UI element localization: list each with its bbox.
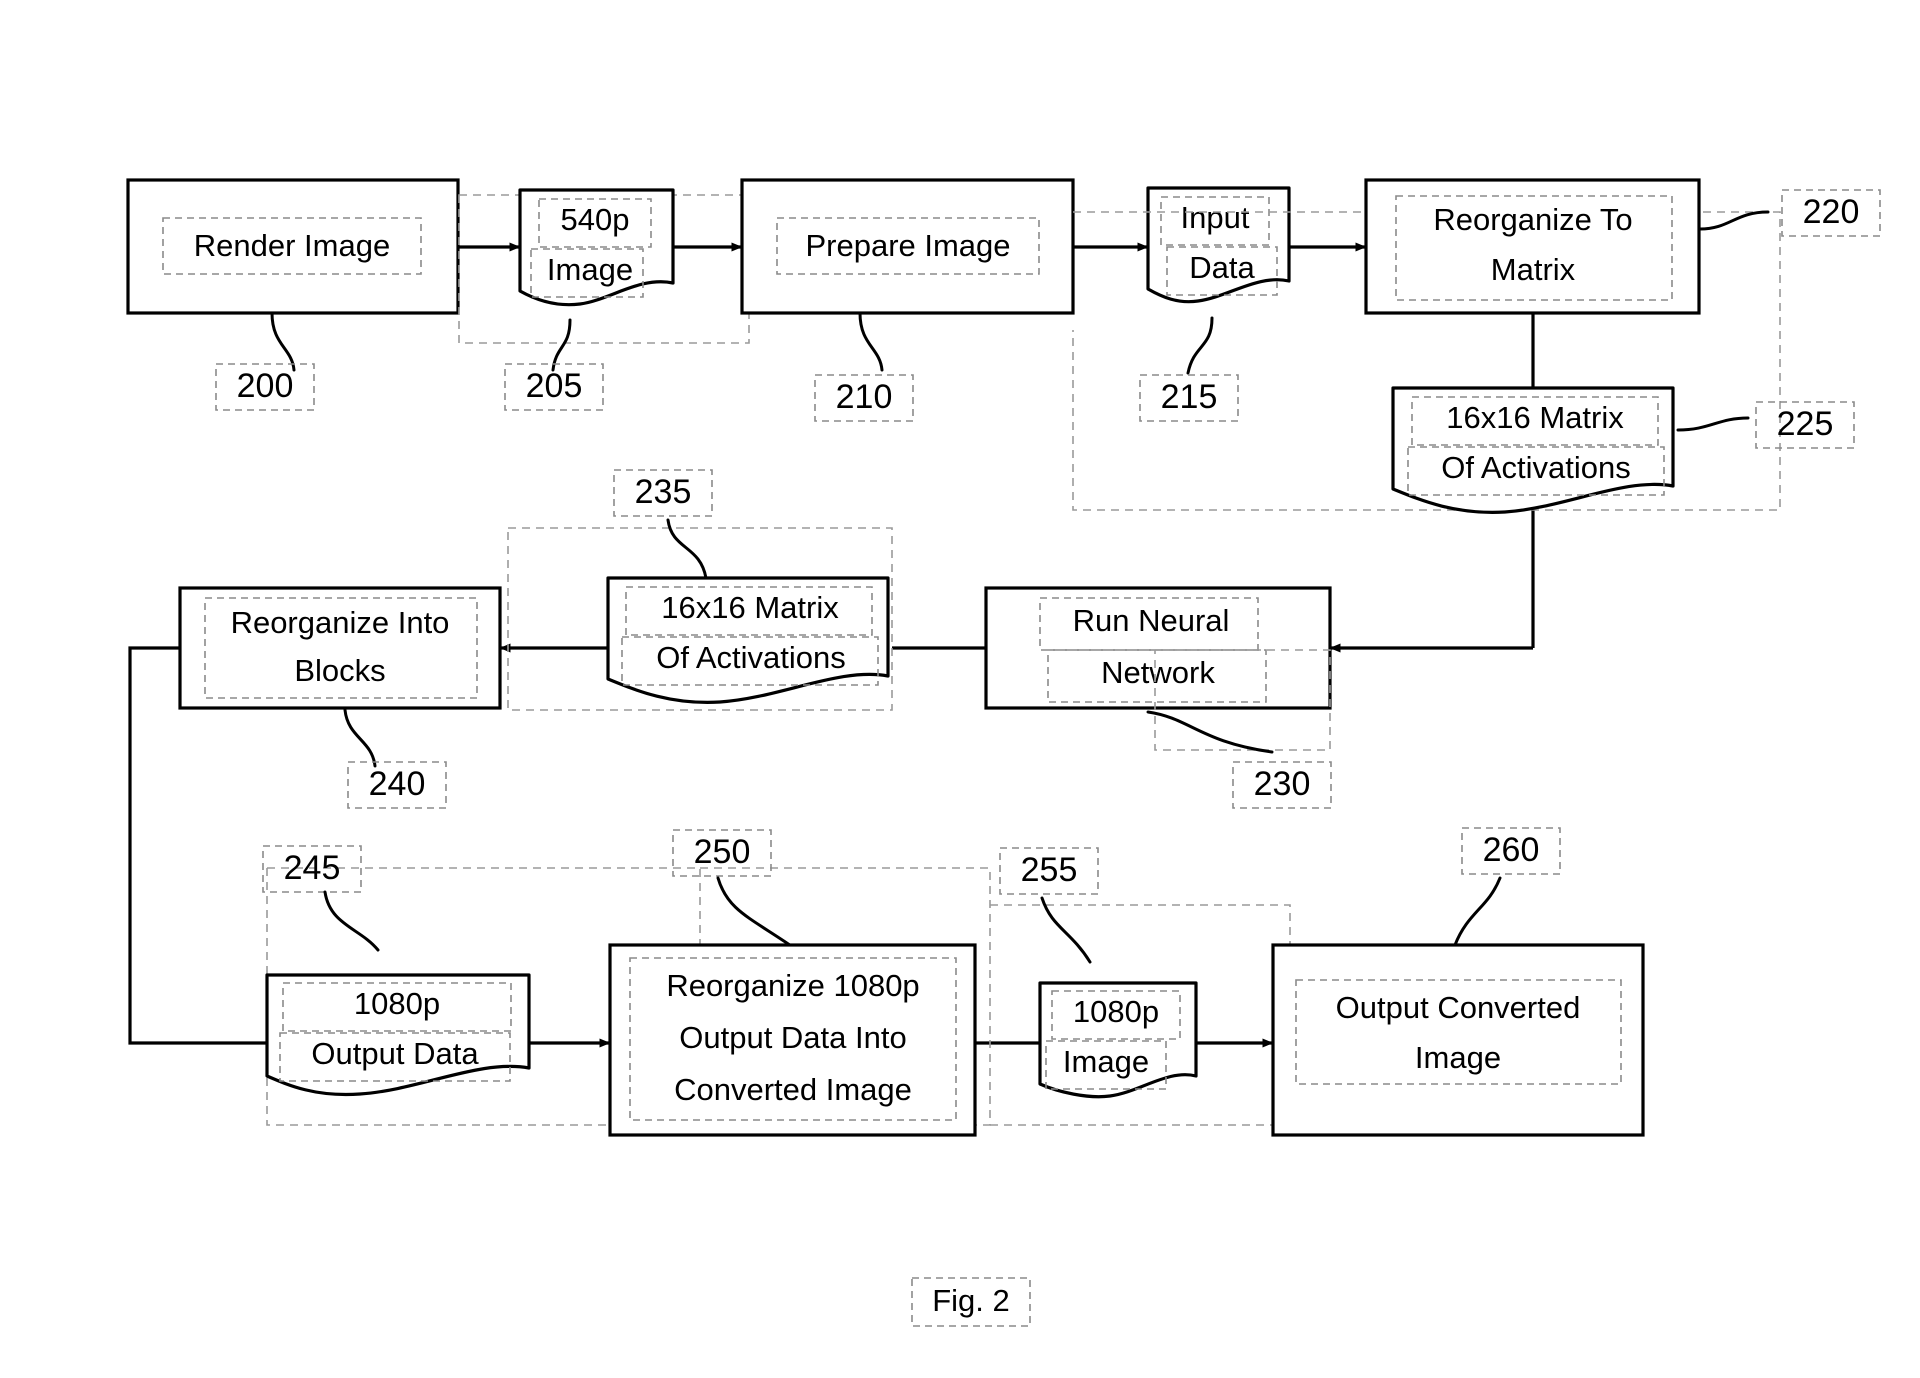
leader-260 bbox=[1453, 876, 1502, 947]
figure-caption: Fig. 2 bbox=[932, 1283, 1010, 1318]
leader-225 bbox=[1676, 416, 1750, 432]
node-output-converted-label-1: Output Converted bbox=[1336, 990, 1581, 1025]
node-prepare-image-label: Prepare Image bbox=[805, 228, 1010, 263]
node-matrix-225-label-1: 16x16 Matrix bbox=[1446, 400, 1624, 435]
ref-numeral-210: 210 bbox=[836, 378, 893, 416]
ref-numeral-200: 200 bbox=[237, 367, 294, 405]
ref-numeral-205: 205 bbox=[526, 367, 583, 405]
node-reorganize-to-matrix[interactable] bbox=[1364, 178, 1701, 315]
node-matrix-235-label-1: 16x16 Matrix bbox=[661, 590, 839, 625]
node-reorg250-label-1: Reorganize 1080p bbox=[666, 968, 919, 1003]
node-render-image-label: Render Image bbox=[194, 228, 390, 263]
ref-numeral-255: 255 bbox=[1021, 851, 1078, 889]
node-matrix-235-label-2: Of Activations bbox=[656, 640, 846, 675]
leader-235 bbox=[666, 518, 708, 580]
leader-210 bbox=[858, 311, 884, 372]
node-reorganize-to-matrix-label-1: Reorganize To bbox=[1433, 202, 1632, 237]
node-input-data-label-1: Input bbox=[1181, 200, 1250, 235]
leader-215 bbox=[1186, 316, 1214, 375]
node-1080p-image-label-1: 1080p bbox=[1073, 994, 1159, 1029]
ref-numeral-240: 240 bbox=[369, 765, 426, 803]
ref-numeral-250: 250 bbox=[694, 833, 751, 871]
leader-245 bbox=[323, 890, 380, 952]
node-reorg250-label-2: Output Data Into bbox=[679, 1020, 906, 1055]
node-run-nn-label-1: Run Neural bbox=[1073, 603, 1230, 638]
node-matrix-225-label-2: Of Activations bbox=[1441, 450, 1631, 485]
ref-numeral-220: 220 bbox=[1803, 193, 1860, 231]
ref-numeral-225: 225 bbox=[1777, 405, 1834, 443]
node-540p-image-label-2: Image bbox=[547, 252, 633, 287]
node-540p-image-label-1: 540p bbox=[561, 202, 630, 237]
leader-220 bbox=[1698, 210, 1770, 231]
flowchart-svg: Render Image 200 540p Image 205 Prepare … bbox=[126, 178, 1881, 1327]
node-1080p-image-label-2: Image bbox=[1063, 1044, 1149, 1079]
leader-200 bbox=[270, 311, 296, 372]
node-1080p-output-label-1: 1080p bbox=[354, 986, 440, 1021]
node-reorganize-to-matrix-label-2: Matrix bbox=[1491, 252, 1576, 287]
ref-numeral-260: 260 bbox=[1483, 831, 1540, 869]
ref-numeral-235: 235 bbox=[635, 473, 692, 511]
leader-250 bbox=[716, 876, 802, 954]
leader-230 bbox=[1146, 710, 1274, 754]
node-run-nn-label-2: Network bbox=[1101, 655, 1215, 690]
ref-numeral-215: 215 bbox=[1161, 378, 1218, 416]
figure-canvas: Render Image 200 540p Image 205 Prepare … bbox=[0, 0, 1920, 1378]
leader-240 bbox=[343, 708, 377, 768]
ref-numeral-245: 245 bbox=[284, 849, 341, 887]
leader-255 bbox=[1040, 896, 1092, 964]
node-reorg250-label-3: Converted Image bbox=[674, 1072, 912, 1107]
node-reorg-blocks-label-2: Blocks bbox=[294, 653, 385, 688]
ref-numeral-230: 230 bbox=[1254, 765, 1311, 803]
leader-205 bbox=[551, 318, 572, 372]
node-reorg-blocks-label-1: Reorganize Into bbox=[231, 605, 450, 640]
node-input-data-label-2: Data bbox=[1189, 250, 1255, 285]
node-output-converted-label-2: Image bbox=[1415, 1040, 1501, 1075]
node-1080p-output-label-2: Output Data bbox=[311, 1036, 479, 1071]
